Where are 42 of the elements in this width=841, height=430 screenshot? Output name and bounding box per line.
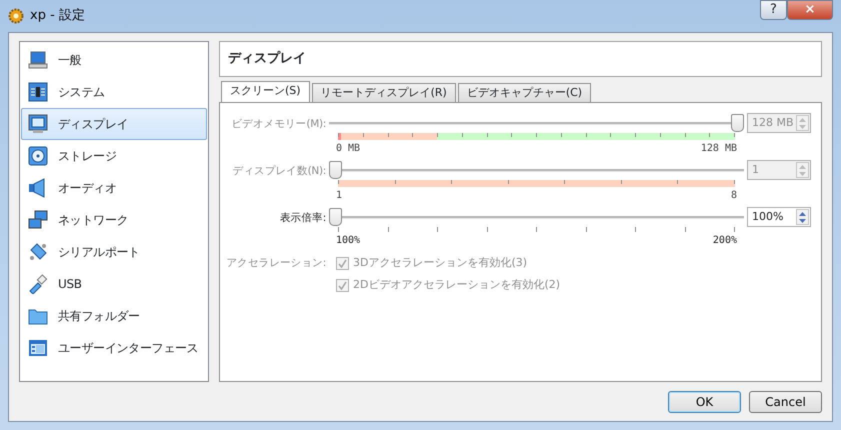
sidebar-item[interactable]: システム	[21, 76, 207, 108]
sidebar-item[interactable]: ディスプレイ	[21, 108, 207, 140]
scale-max-label: 8	[730, 189, 737, 203]
window-icon	[28, 338, 48, 358]
section-label: アクセラレーション:	[226, 256, 326, 271]
monitor-icon	[28, 114, 48, 134]
spin-box: 128 MB	[747, 113, 811, 133]
spin-box[interactable]: 100%	[747, 207, 811, 227]
sidebar-item[interactable]: USB	[21, 268, 207, 300]
gear-icon	[8, 8, 24, 24]
connector-icon	[28, 242, 48, 262]
spin-box: 1	[747, 160, 811, 180]
tab[interactable]: リモートディスプレイ(R)	[312, 83, 456, 102]
page-title: ディスプレイ	[219, 41, 822, 77]
usb-icon	[28, 274, 48, 294]
slider-handle[interactable]	[329, 208, 342, 226]
cancel-button[interactable]: Cancel	[749, 391, 822, 413]
sidebar-item[interactable]: シリアルポート	[21, 236, 207, 268]
slider-label: ディスプレイ数(N):	[232, 164, 326, 179]
help-button[interactable]: ?	[760, 0, 787, 20]
scale-min-label: 100%	[336, 234, 360, 248]
sidebar-item[interactable]: ユーザーインターフェース	[21, 332, 207, 364]
scale-max-label: 128 MB	[700, 142, 737, 156]
chip-icon	[28, 82, 48, 102]
sidebar-item[interactable]: 共有フォルダー	[21, 300, 207, 332]
checkbox-label: 3Dアクセラレーションを有効化(3)	[353, 254, 528, 271]
sidebar-item[interactable]: ストレージ	[21, 140, 207, 172]
tab[interactable]: ビデオキャプチャー(C)	[458, 83, 592, 102]
ok-button[interactable]: OK	[668, 391, 741, 413]
scale-min-label: 0 MB	[336, 142, 360, 156]
checkbox-label: 2Dビデオアクセラレーションを有効化(2)	[353, 276, 560, 293]
slider-label: 表示倍率:	[278, 211, 326, 226]
slider-label: ビデオメモリー(M):	[230, 117, 326, 132]
sidebar-item[interactable]: オーディオ	[21, 172, 207, 204]
window-title: xp - 設定	[30, 7, 85, 26]
laptop-icon	[28, 50, 48, 70]
sidebar-item[interactable]: ネットワーク	[21, 204, 207, 236]
tab[interactable]: スクリーン(S)	[221, 81, 310, 102]
scale-min-label: 1	[336, 189, 342, 203]
scale-max-label: 200%	[712, 234, 737, 248]
sidebar-item[interactable]: 一般	[21, 44, 207, 76]
network-icon	[28, 210, 48, 230]
